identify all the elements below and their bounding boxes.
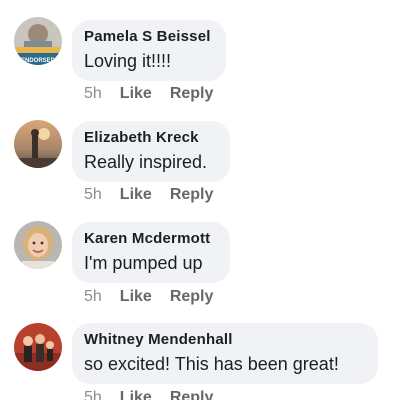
comment-bubble: Karen Mcdermott I'm pumped up (72, 222, 230, 283)
comment-timestamp[interactable]: 5h (84, 185, 102, 205)
comment-actions: 5h Like Reply (84, 185, 213, 205)
comment-bubble: Pamela S Beissel Loving it!!!! (72, 20, 226, 81)
comment-feed: ENDORSED Pamela S Beissel Loving it!!!! … (0, 0, 400, 400)
comment-author[interactable]: Pamela S Beissel (84, 27, 214, 47)
avatar[interactable] (14, 221, 62, 269)
avatar[interactable] (14, 323, 62, 371)
reply-button[interactable]: Reply (170, 388, 214, 400)
comment-actions: 5h Like Reply (84, 287, 213, 307)
avatar-badge-text: ENDORSED (21, 58, 56, 64)
comment-text: Really inspired. (84, 152, 208, 172)
comment-author[interactable]: Elizabeth Kreck (84, 128, 218, 148)
comment-author[interactable]: Karen Mcdermott (84, 229, 218, 249)
comment-timestamp[interactable]: 5h (84, 287, 102, 307)
comment-text: I'm pumped up (84, 253, 203, 273)
avatar[interactable]: ENDORSED (14, 17, 62, 65)
reply-button[interactable]: Reply (170, 287, 214, 307)
like-button[interactable]: Like (120, 185, 152, 205)
like-button[interactable]: Like (120, 287, 152, 307)
comment-bubble: Elizabeth Kreck Really inspired. (72, 121, 230, 182)
like-button[interactable]: Like (120, 84, 152, 104)
comment-text: so excited! This has been great! (84, 354, 339, 374)
comment-timestamp[interactable]: 5h (84, 388, 102, 400)
comment-text: Loving it!!!! (84, 51, 172, 71)
comment-timestamp[interactable]: 5h (84, 84, 102, 104)
comment-actions: 5h Like Reply (84, 388, 213, 400)
comment-author[interactable]: Whitney Mendenhall (84, 330, 366, 350)
reply-button[interactable]: Reply (170, 185, 214, 205)
comment-actions: 5h Like Reply (84, 84, 213, 104)
reply-button[interactable]: Reply (170, 84, 214, 104)
comment-bubble: Whitney Mendenhall so excited! This has … (72, 323, 378, 384)
avatar[interactable] (14, 120, 62, 168)
like-button[interactable]: Like (120, 388, 152, 400)
